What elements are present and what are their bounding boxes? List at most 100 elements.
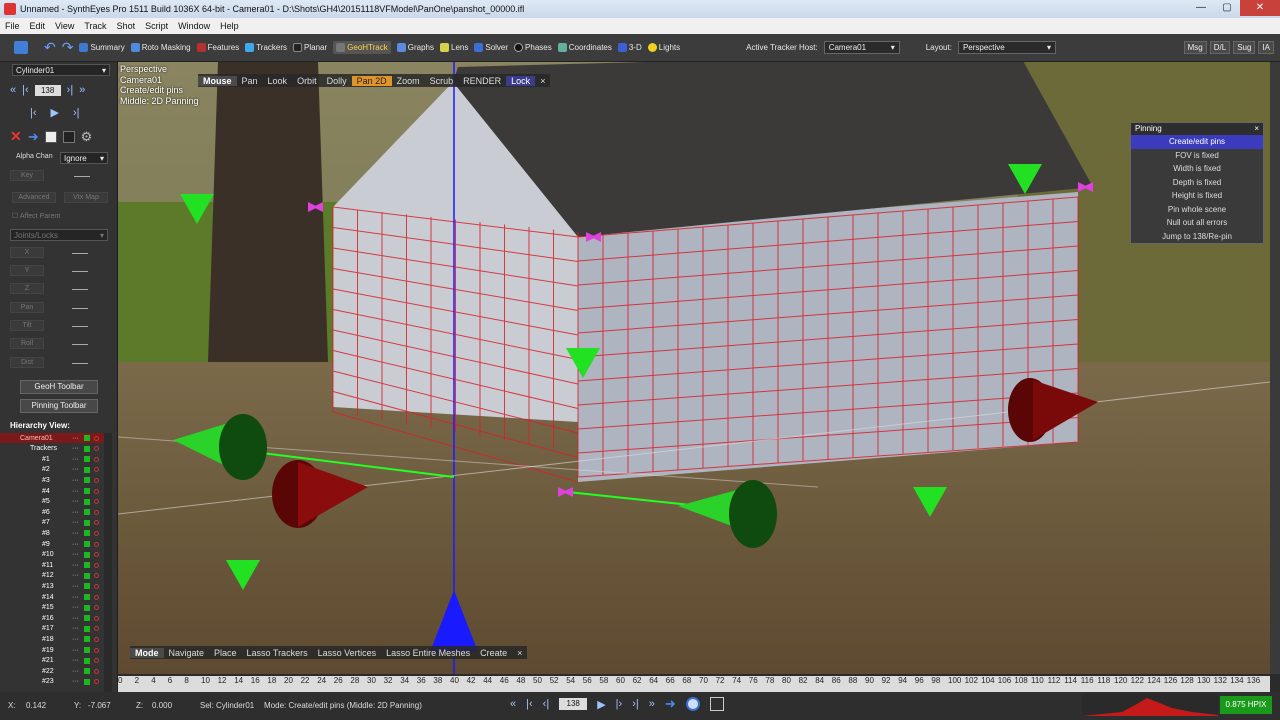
lock-toggle-icon[interactable] <box>94 552 99 558</box>
close-icon[interactable]: × <box>512 648 527 658</box>
gear-icon[interactable]: ⚙ <box>81 129 93 145</box>
room-trackers[interactable]: Trackers <box>245 43 287 52</box>
visible-toggle-icon[interactable] <box>84 615 90 622</box>
step-forward-icon[interactable]: ›| <box>67 84 74 96</box>
visible-toggle-icon[interactable] <box>84 541 90 547</box>
lock-toggle-icon[interactable] <box>94 647 99 653</box>
arrow-right-icon[interactable]: ➜ <box>665 696 676 712</box>
close-icon[interactable]: × <box>535 76 550 86</box>
geoh-place[interactable]: Place <box>209 648 242 658</box>
redo-icon[interactable]: ↷ <box>62 39 74 56</box>
menu-track[interactable]: Track <box>79 21 111 31</box>
geoh-mode[interactable]: Mode <box>130 647 164 658</box>
lock-toggle-icon[interactable] <box>94 615 99 621</box>
room-3d[interactable]: 3-D <box>617 43 642 52</box>
hierarchy-row[interactable]: #21 ··· <box>0 656 104 666</box>
prev-key-icon[interactable]: ‹| <box>543 698 550 710</box>
menu-help[interactable]: Help <box>215 21 244 31</box>
hierarchy-row[interactable]: Trackers ··· <box>0 444 104 454</box>
lock-toggle-icon[interactable] <box>94 435 99 441</box>
room-solver[interactable]: Solver <box>474 43 508 52</box>
lock-toggle-icon[interactable] <box>94 541 99 547</box>
arrow-right-icon[interactable]: ➜ <box>28 129 39 145</box>
visible-toggle-icon[interactable] <box>84 477 90 484</box>
frame-all-icon[interactable] <box>709 697 724 711</box>
rewind-icon[interactable]: « <box>10 84 16 96</box>
pin-create-edit[interactable]: Create/edit pins <box>1131 135 1263 149</box>
lock-toggle-icon[interactable] <box>94 636 99 642</box>
tracker-host-select[interactable]: Camera01 ▾ <box>823 41 900 54</box>
geoh-lasso-meshes[interactable]: Lasso Entire Meshes <box>381 648 475 658</box>
room-phases[interactable]: Phases <box>514 43 552 52</box>
maximize-button[interactable]: ▢ <box>1214 0 1240 16</box>
pin-null-errors[interactable]: Null out all errors <box>1131 216 1263 230</box>
step-back-icon[interactable]: |‹ <box>526 698 533 710</box>
hierarchy-row[interactable]: #22 ··· <box>0 666 104 676</box>
hierarchy-row[interactable]: #16 ··· <box>0 613 104 623</box>
visible-toggle-icon[interactable] <box>84 519 90 526</box>
lock-toggle-icon[interactable] <box>94 467 99 473</box>
mode-lock[interactable]: Lock <box>506 75 536 86</box>
visible-toggle-icon[interactable] <box>84 668 90 675</box>
layout-select[interactable]: Perspective ▾ <box>957 41 1056 54</box>
dl-button[interactable]: D/L <box>1209 41 1231 54</box>
hierarchy-row[interactable]: #12 ··· <box>0 571 104 581</box>
channel-x-button[interactable]: X <box>10 247 44 258</box>
menu-edit[interactable]: Edit <box>25 21 51 31</box>
room-graphs[interactable]: Graphs <box>396 43 434 52</box>
close-button[interactable]: ✕ <box>1240 0 1280 16</box>
timeline-bar[interactable]: 0 2 4 6 8 10 12 14 16 18 20 22 24 26 28 30 32 34 36 38 40 42 4… <box>118 676 1270 692</box>
step-forward-icon[interactable]: ›| <box>632 698 639 710</box>
hierarchy-row[interactable]: #23 ··· <box>0 677 104 687</box>
visible-toggle-icon[interactable] <box>84 530 90 537</box>
visible-toggle-icon[interactable] <box>84 488 90 494</box>
visible-toggle-icon[interactable] <box>84 445 90 452</box>
hierarchy-row[interactable]: #19 ··· <box>0 645 104 655</box>
perspective-viewport[interactable]: Perspective Camera01 Create/edit pins Mi… <box>118 62 1270 674</box>
lock-toggle-icon[interactable] <box>94 499 99 505</box>
room-lens[interactable]: Lens <box>440 43 468 52</box>
pin-whole-scene[interactable]: Pin whole scene <box>1131 203 1263 217</box>
lock-toggle-icon[interactable] <box>94 477 99 483</box>
room-roto[interactable]: Roto Masking <box>130 43 191 52</box>
lock-toggle-icon[interactable] <box>94 594 99 600</box>
geoh-lasso-trackers[interactable]: Lasso Trackers <box>242 648 313 658</box>
visible-toggle-icon[interactable] <box>84 625 90 632</box>
channel-tilt-button[interactable]: Tilt <box>10 320 44 331</box>
hierarchy-row[interactable]: #4 ··· <box>0 486 104 496</box>
pin-fov-fixed[interactable]: FOV is fixed <box>1131 149 1263 163</box>
menu-file[interactable]: File <box>0 21 25 31</box>
visible-toggle-icon[interactable] <box>84 583 90 590</box>
menu-window[interactable]: Window <box>173 21 215 31</box>
ia-button[interactable]: IA <box>1258 41 1274 54</box>
box-icon[interactable] <box>62 130 75 143</box>
object-select[interactable]: Cylinder01 ▾ <box>12 64 110 76</box>
geoh-navigate[interactable]: Navigate <box>164 648 210 658</box>
sug-button[interactable]: Sug <box>1233 41 1256 54</box>
hierarchy-row[interactable]: #2 ··· <box>0 465 104 475</box>
lock-toggle-icon[interactable] <box>94 562 99 568</box>
mode-scrub[interactable]: Scrub <box>425 76 459 86</box>
affect-parent-checkbox[interactable]: ☐ Affect Parent <box>12 212 60 220</box>
lock-toggle-icon[interactable] <box>94 456 99 462</box>
lock-toggle-icon[interactable] <box>94 530 99 536</box>
room-geohtrack[interactable]: GeoHTrack <box>333 41 391 54</box>
visible-toggle-icon[interactable] <box>84 594 90 600</box>
fast-forward-icon[interactable]: » <box>79 84 85 96</box>
mode-look[interactable]: Look <box>263 76 293 86</box>
save-icon[interactable] <box>14 41 30 54</box>
visible-toggle-icon[interactable] <box>84 572 90 579</box>
key-button[interactable]: Key <box>10 170 44 181</box>
hierarchy-row[interactable]: #1 ··· <box>0 454 104 464</box>
mode-pan-2d[interactable]: Pan 2D <box>351 75 392 86</box>
undo-icon[interactable]: ↶ <box>44 39 56 56</box>
visible-toggle-icon[interactable] <box>84 647 90 653</box>
geoh-create[interactable]: Create <box>475 648 512 658</box>
lock-toggle-icon[interactable] <box>94 605 99 611</box>
mode-zoom[interactable]: Zoom <box>392 76 425 86</box>
minimize-button[interactable]: — <box>1188 0 1214 16</box>
hierarchy-row[interactable]: #5 ··· <box>0 497 104 507</box>
room-summary[interactable]: Summary <box>79 43 125 52</box>
channel-z-button[interactable]: Z <box>10 283 44 294</box>
close-icon[interactable]: × <box>1254 123 1259 135</box>
